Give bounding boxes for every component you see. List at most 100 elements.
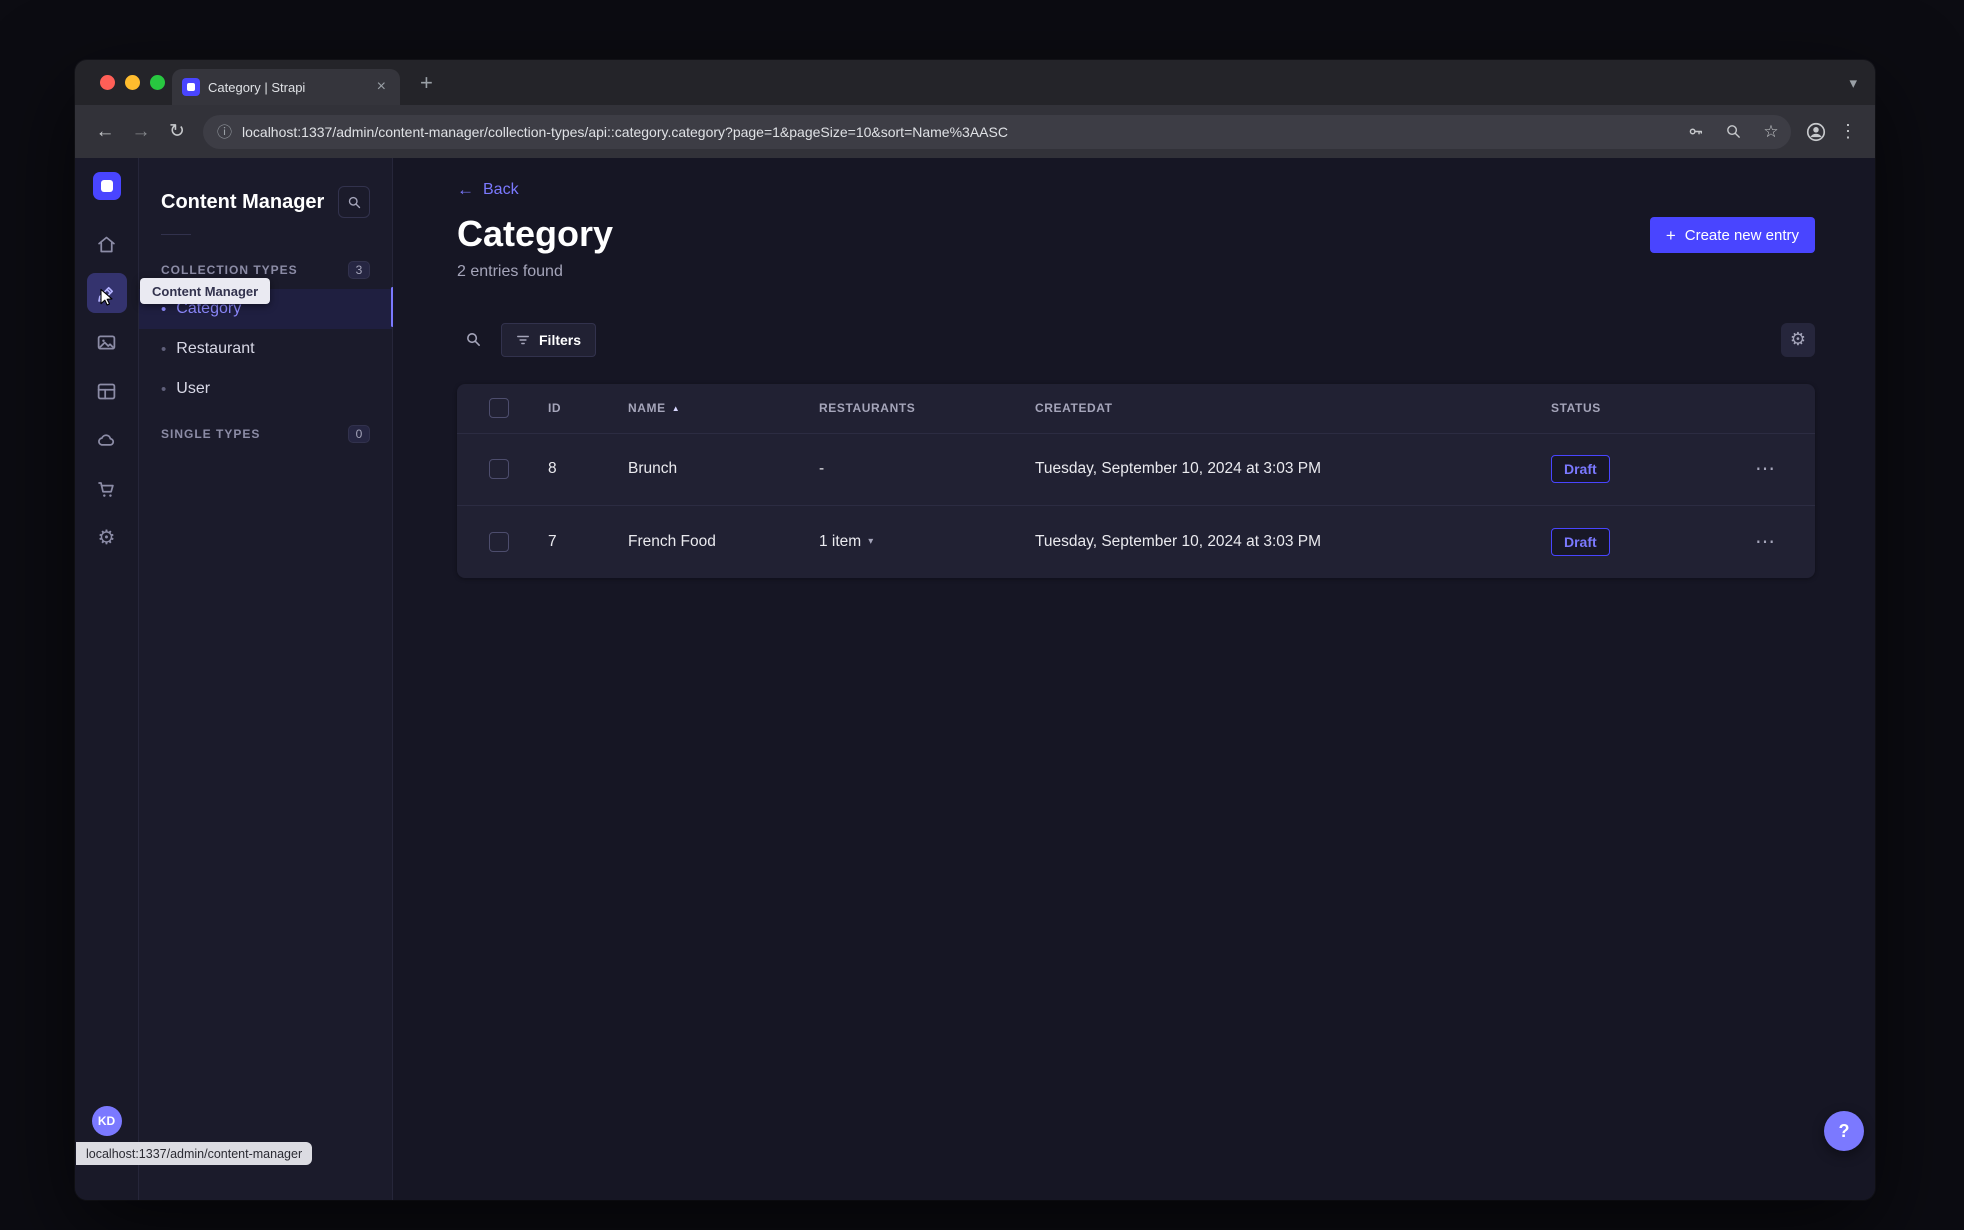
- filters-label: Filters: [539, 331, 582, 348]
- password-key-icon[interactable]: [1681, 118, 1709, 146]
- table-row[interactable]: 7 French Food 1 item ▾ Tuesday, Septembe…: [457, 506, 1815, 578]
- strapi-favicon: [182, 78, 200, 96]
- column-header-id[interactable]: ID: [548, 401, 628, 415]
- column-header-name[interactable]: NAME ▲: [628, 401, 819, 415]
- deploy-cloud-icon[interactable]: [87, 420, 127, 460]
- column-header-createdat[interactable]: CREATEDAT: [1035, 401, 1551, 415]
- content-type-builder-icon[interactable]: [87, 371, 127, 411]
- bookmark-star-icon[interactable]: ☆: [1757, 118, 1785, 146]
- plus-icon: +: [1665, 225, 1676, 245]
- cell-restaurants: -: [819, 460, 825, 478]
- back-button[interactable]: ←: [89, 116, 121, 148]
- forward-button[interactable]: →: [125, 116, 157, 148]
- site-info-icon[interactable]: ⓘ: [217, 121, 232, 142]
- content-manager-tooltip: Content Manager: [140, 278, 271, 304]
- status-badge: Draft: [1551, 455, 1610, 484]
- back-arrow-icon: ←: [457, 180, 474, 199]
- collection-types-section: COLLECTION TYPES 3: [139, 261, 392, 279]
- row-checkbox[interactable]: [489, 459, 509, 480]
- content-manager-sidebar: Content Manager COLLECTION TYPES 3 • Cat…: [139, 158, 394, 1200]
- browser-profile-icon[interactable]: [1801, 117, 1831, 147]
- sidebar-item-label: Restaurant: [176, 340, 255, 357]
- browser-menu-icon[interactable]: ⋮: [1835, 117, 1861, 147]
- user-avatar[interactable]: KD: [91, 1106, 122, 1136]
- cell-restaurants[interactable]: 1 item ▾: [819, 533, 1035, 551]
- collection-types-count-badge: 3: [348, 261, 370, 279]
- create-new-entry-label: Create new entry: [1684, 226, 1799, 244]
- search-icon[interactable]: [457, 324, 489, 356]
- strapi-logo[interactable]: [92, 172, 121, 200]
- view-settings-gear-icon[interactable]: ⚙: [1781, 322, 1815, 357]
- tab-close-icon[interactable]: ×: [373, 77, 390, 97]
- url-text: localhost:1337/admin/content-manager/col…: [242, 123, 1008, 140]
- sidebar-item-restaurant[interactable]: • Restaurant: [139, 329, 392, 369]
- cell-id: 8: [548, 460, 557, 478]
- sidebar-title: Content Manager: [161, 190, 325, 213]
- page-header-text: Category 2 entries found: [457, 214, 613, 281]
- back-label: Back: [483, 181, 519, 198]
- sidebar-divider: [161, 234, 191, 235]
- cell-status: Draft: [1551, 527, 1753, 556]
- chevron-down-icon: ▾: [868, 536, 874, 548]
- row-actions-menu-icon[interactable]: ⋯: [1753, 455, 1777, 483]
- home-icon[interactable]: [87, 224, 127, 264]
- help-button[interactable]: ?: [1824, 1111, 1864, 1151]
- tab-search-chevron-icon[interactable]: ▾: [1849, 74, 1857, 92]
- new-tab-button[interactable]: +: [412, 70, 441, 96]
- column-header-restaurants[interactable]: RESTAURANTS: [819, 401, 1035, 415]
- strapi-app: ⚙ KD Content Manager COLLECTION TYPES 3: [75, 158, 1875, 1200]
- bullet-icon: •: [161, 340, 167, 358]
- traffic-lights: [100, 75, 165, 90]
- settings-gear-icon[interactable]: ⚙: [87, 518, 127, 558]
- cell-name: French Food: [628, 532, 716, 550]
- cell-status: Draft: [1551, 455, 1753, 484]
- sidebar-header: Content Manager: [139, 186, 392, 218]
- single-types-count-badge: 0: [348, 425, 370, 443]
- zoom-icon[interactable]: [1719, 118, 1747, 146]
- filter-icon: [517, 335, 529, 344]
- sidebar-search-button[interactable]: [338, 186, 370, 218]
- sort-asc-icon: ▲: [671, 403, 681, 413]
- single-types-label: SINGLE TYPES: [161, 427, 261, 441]
- main-content: ← Back Category 2 entries found + Create…: [393, 158, 1875, 1200]
- link-preview-status-bar: localhost:1337/admin/content-manager: [76, 1142, 313, 1165]
- cell-name: Brunch: [628, 460, 678, 478]
- close-window-button[interactable]: [100, 75, 115, 90]
- marketplace-cart-icon[interactable]: [87, 469, 127, 509]
- entries-table: ID NAME ▲ RESTAURANTS CREATEDAT STATUS 8…: [457, 383, 1815, 578]
- list-toolbar: Filters ⚙: [457, 322, 1815, 357]
- cell-id: 7: [548, 532, 557, 550]
- address-bar[interactable]: ⓘ localhost:1337/admin/content-manager/c…: [203, 114, 1791, 149]
- create-new-entry-button[interactable]: + Create new entry: [1649, 217, 1815, 253]
- sidebar-item-label: User: [176, 380, 211, 397]
- status-badge: Draft: [1551, 527, 1610, 556]
- row-actions-menu-icon[interactable]: ⋯: [1753, 528, 1777, 556]
- filters-button[interactable]: Filters: [501, 322, 597, 357]
- sidebar-item-user[interactable]: • User: [139, 369, 392, 409]
- page-title: Category: [457, 213, 614, 254]
- column-header-status[interactable]: STATUS: [1551, 401, 1753, 415]
- minimize-window-button[interactable]: [125, 75, 140, 90]
- desktop: Category | Strapi × + ▾ ← → ↻ ⓘ localhos…: [0, 0, 1964, 1230]
- browser-window: Category | Strapi × + ▾ ← → ↻ ⓘ localhos…: [75, 60, 1875, 1200]
- mouse-cursor: [96, 287, 116, 312]
- browser-tab[interactable]: Category | Strapi ×: [172, 69, 400, 105]
- media-library-icon[interactable]: [87, 322, 127, 362]
- browser-toolbar: ← → ↻ ⓘ localhost:1337/admin/content-man…: [75, 105, 1875, 158]
- single-types-section: SINGLE TYPES 0: [139, 425, 392, 443]
- table-row[interactable]: 8 Brunch - Tuesday, September 10, 2024 a…: [457, 434, 1815, 506]
- tab-strip: Category | Strapi × + ▾: [75, 60, 1875, 105]
- reload-button[interactable]: ↻: [161, 116, 193, 148]
- cell-createdat: Tuesday, September 10, 2024 at 3:03 PM: [1035, 532, 1322, 550]
- table-header-row: ID NAME ▲ RESTAURANTS CREATEDAT STATUS: [457, 384, 1815, 434]
- fullscreen-window-button[interactable]: [150, 75, 165, 90]
- collection-types-label: COLLECTION TYPES: [161, 263, 298, 277]
- row-checkbox[interactable]: [489, 531, 509, 552]
- entries-count: 2 entries found: [457, 262, 563, 280]
- nav-rail: ⚙ KD: [75, 158, 139, 1200]
- cell-createdat: Tuesday, September 10, 2024 at 3:03 PM: [1035, 460, 1322, 478]
- back-link[interactable]: ← Back: [457, 180, 519, 200]
- select-all-checkbox[interactable]: [489, 398, 509, 419]
- page-header: Category 2 entries found + Create new en…: [457, 214, 1815, 281]
- bullet-icon: •: [161, 380, 167, 398]
